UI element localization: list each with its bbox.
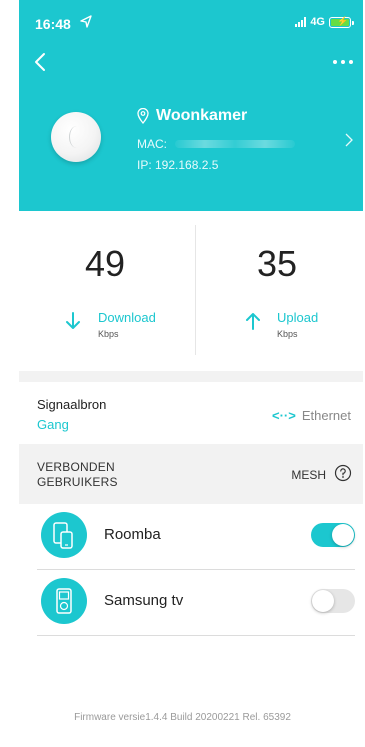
arrow-down-icon bbox=[66, 312, 80, 329]
client-name: Roomba bbox=[104, 526, 161, 543]
download-unit: Kbps bbox=[98, 329, 119, 339]
help-circle-icon[interactable] bbox=[334, 464, 352, 482]
download-value: 49 bbox=[84, 243, 126, 284]
upload-unit: Kbps bbox=[277, 329, 298, 339]
client-toggle-roomba[interactable] bbox=[311, 523, 355, 547]
chevron-left-icon[interactable] bbox=[31, 50, 51, 74]
row-separator bbox=[37, 635, 355, 636]
mac-address-redacted bbox=[175, 140, 295, 148]
client-toggle-samsung-tv[interactable] bbox=[311, 589, 355, 613]
connected-users-title-line2: GEBRUIKERS bbox=[37, 475, 118, 489]
signal-bars-icon bbox=[295, 17, 307, 27]
signal-source-title: Signaalbron bbox=[37, 397, 107, 412]
client-row-roomba[interactable]: Roomba bbox=[19, 504, 363, 570]
location-arrow-icon bbox=[80, 15, 92, 28]
network-type: 4G bbox=[310, 16, 325, 28]
signal-source-row: Signaalbron Gang <··> Ethernet bbox=[19, 382, 363, 444]
device-info-row[interactable]: Woonkamer MAC: IP: 192.168.2.5 bbox=[19, 95, 363, 185]
download-speed: 49 Download Kbps bbox=[19, 211, 191, 371]
upload-label: Upload bbox=[277, 310, 319, 325]
status-network: 4G ⚡ bbox=[295, 16, 354, 28]
section-divider bbox=[19, 371, 363, 382]
ethernet-arrows-icon: <··> bbox=[272, 408, 296, 423]
more-dots-icon[interactable] bbox=[333, 60, 353, 64]
connected-users-title-line1: VERBONDEN bbox=[37, 460, 115, 474]
upload-speed: 35 Upload Kbps bbox=[191, 211, 363, 371]
location-pin-icon bbox=[137, 108, 149, 124]
ip-address: IP: 192.168.2.5 bbox=[137, 158, 219, 172]
mesh-label: MESH bbox=[291, 468, 326, 482]
speed-panel: 49 Download Kbps 35 Upload Kbps bbox=[19, 211, 363, 371]
signal-source-value: Gang bbox=[37, 417, 69, 432]
battery-charging-icon: ⚡ bbox=[329, 16, 354, 28]
connected-users-header: VERBONDEN GEBRUIKERS MESH bbox=[19, 444, 363, 504]
device-name: Woonkamer bbox=[156, 107, 248, 124]
app-screen: 16:48 4G ⚡ Woonkamer MAC: IP: 192.168.2.… bbox=[0, 0, 365, 747]
download-label: Download bbox=[98, 310, 156, 325]
connection-type: <··> Ethernet bbox=[272, 408, 351, 423]
client-name: Samsung tv bbox=[104, 592, 184, 609]
ipod-icon bbox=[41, 578, 87, 624]
devices-icon bbox=[41, 512, 87, 558]
deco-device-image bbox=[51, 112, 101, 162]
connection-label: Ethernet bbox=[301, 408, 351, 423]
device-header: 16:48 4G ⚡ Woonkamer MAC: IP: 192.168.2.… bbox=[19, 0, 363, 211]
status-time: 16:48 bbox=[35, 16, 71, 32]
arrow-up-icon bbox=[246, 313, 260, 330]
status-bar: 16:48 4G ⚡ bbox=[19, 0, 363, 40]
chevron-right-icon bbox=[345, 133, 353, 147]
connected-users-title: VERBONDEN GEBRUIKERS bbox=[37, 460, 118, 490]
upload-value: 35 bbox=[256, 243, 298, 284]
client-row-samsung-tv[interactable]: Samsung tv bbox=[19, 570, 363, 636]
firmware-version: Firmware versie1.4.4 Build 20200221 Rel.… bbox=[74, 712, 291, 723]
mac-label: MAC: bbox=[137, 137, 167, 151]
